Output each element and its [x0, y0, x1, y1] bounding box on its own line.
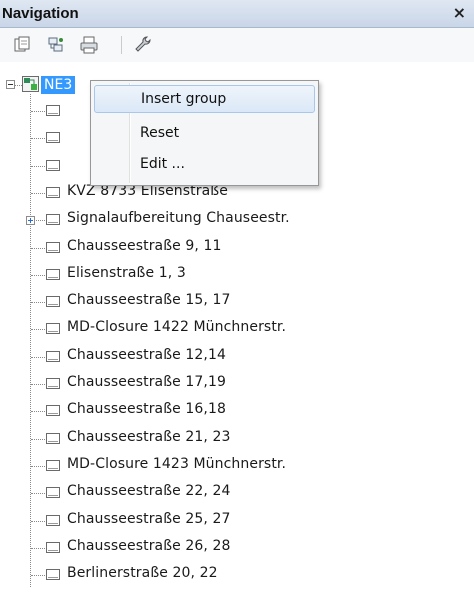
close-icon[interactable]: ×	[453, 3, 466, 22]
tree-connector	[31, 357, 45, 358]
panel-title: Navigation	[2, 5, 79, 22]
tree-node-label: Chausseestraße 17,19	[67, 374, 226, 390]
tree-node-label: Chausseestraße 16,18	[67, 401, 226, 417]
closure-node-icon	[46, 378, 60, 389]
tree-connector	[31, 493, 45, 494]
copy-icon[interactable]	[12, 34, 34, 56]
closure-node-icon	[46, 105, 60, 116]
tree-connector	[31, 548, 45, 549]
closure-node-icon	[46, 242, 60, 253]
tree-connector	[15, 85, 22, 86]
tree-node-label: Chausseestraße 22, 24	[67, 483, 231, 499]
tree-connector	[31, 111, 45, 112]
closure-node-icon	[46, 160, 60, 171]
print-icon[interactable]	[78, 34, 100, 56]
toolbar-separator	[121, 36, 122, 54]
tree-connector	[31, 384, 45, 385]
tree-connector	[31, 302, 45, 303]
tree-node-label: Chausseestraße 25, 27	[67, 511, 231, 527]
closure-node-icon	[46, 460, 60, 471]
tree-connector	[31, 439, 45, 440]
menu-item-reset[interactable]: Reset	[94, 120, 315, 148]
closure-node-icon	[46, 296, 60, 307]
closure-node-icon	[46, 351, 60, 362]
closure-node-icon	[46, 214, 60, 225]
tree-connector	[31, 275, 45, 276]
closure-node-icon	[46, 433, 60, 444]
network-element-icon	[22, 76, 39, 96]
closure-node-icon	[46, 323, 60, 334]
collapse-root-icon[interactable]	[6, 80, 15, 89]
navigation-panel-titlebar: Navigation ×	[0, 0, 474, 28]
tree-connector	[31, 248, 45, 249]
tree-node-label: Signalaufbereitung Chauseestr.	[67, 210, 290, 226]
context-menu: Insert group Reset Edit ...	[90, 80, 319, 186]
tree-node-label: Chausseestraße 21, 23	[67, 429, 231, 445]
tree-root-label[interactable]: NE3	[41, 76, 76, 94]
menu-item-edit[interactable]: Edit ...	[94, 151, 315, 179]
menu-item-insert-group[interactable]: Insert group	[94, 85, 315, 113]
wrench-icon[interactable]	[132, 34, 154, 56]
tree-node-label: MD-Closure 1423 Münchnerstr.	[67, 456, 287, 472]
closure-node-icon	[46, 405, 60, 416]
tree-connector	[31, 575, 45, 576]
tree-node-label: MD-Closure 1422 Münchnerstr.	[67, 319, 287, 335]
closure-node-icon	[46, 187, 60, 198]
tree-connector	[31, 411, 45, 412]
toolbar	[0, 28, 474, 62]
closure-node-icon	[46, 487, 60, 498]
tree-connector	[31, 521, 45, 522]
tree-connector	[31, 193, 45, 194]
closure-node-icon	[46, 515, 60, 526]
tree-node-label: Elisenstraße 1, 3	[67, 265, 186, 281]
closure-node-icon	[46, 542, 60, 553]
tree-connector	[31, 329, 45, 330]
tree-refresh-icon[interactable]	[45, 34, 67, 56]
tree-node-label: Berlinerstraße 20, 22	[67, 565, 218, 581]
tree-connector	[31, 166, 45, 167]
expand-node-icon[interactable]	[26, 216, 35, 225]
tree-connector	[31, 138, 45, 139]
closure-node-icon	[46, 569, 60, 580]
tree-connector	[31, 466, 45, 467]
tree-node-label: Chausseestraße 9, 11	[67, 238, 222, 254]
closure-node-icon	[46, 269, 60, 280]
closure-node-icon	[46, 132, 60, 143]
tree-node-label: Chausseestraße 15, 17	[67, 292, 231, 308]
tree-node-label: Chausseestraße 26, 28	[67, 538, 231, 554]
tree-trunk-line	[30, 94, 31, 587]
tree-node-label: Chausseestraße 12,14	[67, 347, 226, 363]
